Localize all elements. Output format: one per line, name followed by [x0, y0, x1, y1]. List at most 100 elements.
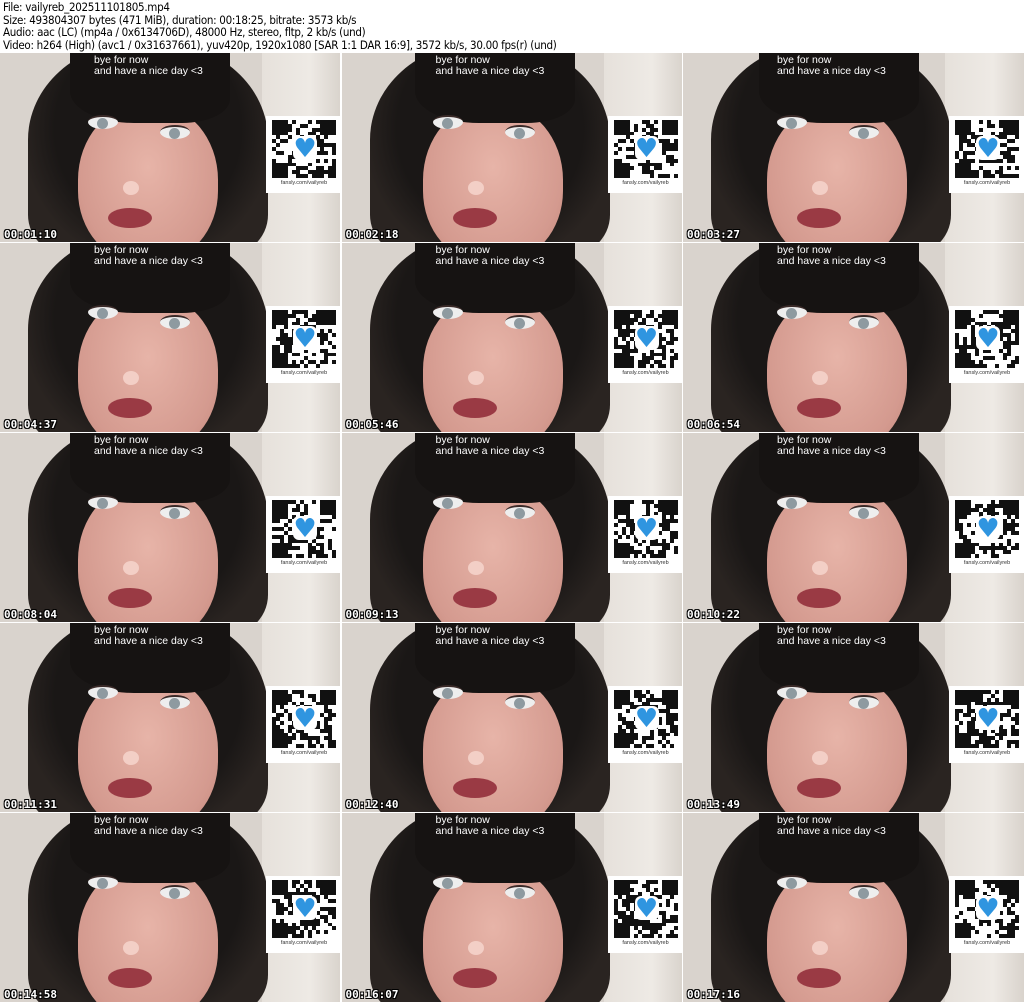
qr-url: fansly.com/vailyreb	[963, 180, 1011, 186]
video-caption: bye for now and have a nice day <3	[777, 244, 886, 267]
qr-pattern: ♥	[613, 120, 678, 178]
heart-logo-icon: ♥	[293, 134, 317, 164]
timestamp: 00:13:49	[687, 798, 740, 811]
heart-logo-icon: ♥	[976, 134, 1000, 164]
right-eye	[504, 315, 535, 329]
left-eye	[432, 495, 463, 509]
video-thumbnail[interactable]: bye for now and have a nice day <3 ♥ fansl…	[683, 243, 1024, 432]
left-eye	[432, 305, 463, 319]
nose	[467, 751, 484, 765]
timestamp: 00:11:31	[4, 798, 57, 811]
qr-pattern: ♥	[955, 690, 1019, 748]
right-eye	[849, 315, 879, 329]
qr-url: fansly.com/vailyreb	[963, 940, 1011, 946]
file-name: File: vailyreb_202511101805.mp4	[3, 0, 170, 14]
video-thumbnail[interactable]: bye for now and have a nice day <3 ♥ fansl…	[683, 813, 1024, 1002]
lips	[797, 398, 841, 418]
lips	[108, 208, 152, 228]
heart-logo-icon: ♥	[634, 514, 659, 544]
video-info: Video: h264 (High) (avc1 / 0x31637661), …	[3, 37, 557, 52]
qr-code: ♥ fansly.com/vailyreb	[607, 876, 682, 953]
nose	[123, 371, 139, 385]
video-thumbnail[interactable]: bye for now and have a nice day <3 ♥ fansl…	[0, 243, 340, 432]
left-eye	[88, 495, 118, 509]
video-thumbnail[interactable]: bye for now and have a nice day <3 ♥ fansl…	[341, 433, 682, 622]
left-eye	[777, 495, 807, 509]
nose	[467, 941, 484, 955]
lips	[108, 778, 152, 798]
qr-pattern: ♥	[272, 500, 336, 558]
qr-url: fansly.com/vailyreb	[622, 940, 669, 946]
right-eye	[160, 125, 190, 139]
audio-info: Audio: aac (LC) (mp4a / 0x6134706D), 480…	[3, 25, 366, 39]
left-eye	[432, 685, 463, 699]
qr-code: ♥ fansly.com/vailyreb	[949, 496, 1024, 573]
video-caption: bye for now and have a nice day <3	[435, 244, 545, 267]
left-eye	[88, 305, 118, 319]
video-thumbnail[interactable]: bye for now and have a nice day <3 ♥ fansl…	[683, 433, 1024, 622]
right-eye	[849, 505, 879, 519]
qr-pattern: ♥	[613, 880, 678, 938]
video-thumbnail[interactable]: bye for now and have a nice day <3 ♥ fansl…	[341, 53, 682, 242]
timestamp: 00:14:58	[4, 988, 57, 1001]
right-eye	[160, 315, 190, 329]
video-thumbnail[interactable]: bye for now and have a nice day <3 ♥ fansl…	[341, 813, 682, 1002]
qr-code: ♥ fansly.com/vailyreb	[607, 116, 682, 193]
qr-code: ♥ fansly.com/vailyreb	[266, 876, 340, 953]
nose	[467, 561, 484, 575]
qr-code: ♥ fansly.com/vailyreb	[949, 686, 1024, 763]
timestamp: 00:10:22	[687, 608, 740, 621]
timestamp: 00:17:16	[687, 988, 740, 1001]
video-caption: bye for now and have a nice day <3	[435, 624, 545, 647]
video-thumbnail[interactable]: bye for now and have a nice day <3 ♥ fansl…	[341, 623, 682, 812]
video-caption: bye for now and have a nice day <3	[94, 244, 203, 267]
heart-logo-icon: ♥	[634, 704, 659, 734]
video-caption: bye for now and have a nice day <3	[777, 54, 886, 77]
qr-pattern: ♥	[272, 690, 336, 748]
lips	[108, 968, 152, 988]
video-caption: bye for now and have a nice day <3	[435, 54, 545, 77]
qr-url: fansly.com/vailyreb	[963, 560, 1011, 566]
left-eye	[777, 115, 807, 129]
video-thumbnail[interactable]: bye for now and have a nice day <3 ♥ fansl…	[683, 53, 1024, 242]
nose	[812, 561, 828, 575]
video-thumbnail[interactable]: bye for now and have a nice day <3 ♥ fansl…	[0, 433, 340, 622]
video-thumbnail[interactable]: bye for now and have a nice day <3 ♥ fansl…	[0, 623, 340, 812]
qr-pattern: ♥	[272, 120, 336, 178]
qr-pattern: ♥	[955, 310, 1019, 368]
heart-logo-icon: ♥	[634, 134, 659, 164]
heart-logo-icon: ♥	[634, 894, 659, 924]
video-caption: bye for now and have a nice day <3	[94, 434, 203, 457]
qr-code: ♥ fansly.com/vailyreb	[266, 496, 340, 573]
timestamp: 00:06:54	[687, 418, 740, 431]
video-thumbnail[interactable]: bye for now and have a nice day <3 ♥ fansl…	[0, 53, 340, 242]
qr-url: fansly.com/vailyreb	[622, 180, 669, 186]
timestamp: 00:08:04	[4, 608, 57, 621]
qr-url: fansly.com/vailyreb	[280, 370, 328, 376]
video-thumbnail[interactable]: bye for now and have a nice day <3 ♥ fansl…	[683, 623, 1024, 812]
qr-pattern: ♥	[955, 500, 1019, 558]
timestamp: 00:12:40	[345, 798, 399, 811]
right-eye	[504, 695, 535, 709]
heart-logo-icon: ♥	[293, 894, 317, 924]
right-eye	[849, 125, 879, 139]
right-eye	[504, 885, 535, 899]
qr-url: fansly.com/vailyreb	[280, 560, 328, 566]
left-eye	[777, 875, 807, 889]
video-caption: bye for now and have a nice day <3	[94, 814, 203, 837]
video-caption: bye for now and have a nice day <3	[94, 624, 203, 647]
qr-url: fansly.com/vailyreb	[280, 180, 328, 186]
right-eye	[849, 695, 879, 709]
right-eye	[504, 505, 535, 519]
timestamp: 00:04:37	[4, 418, 57, 431]
left-eye	[432, 115, 463, 129]
video-thumbnail[interactable]: bye for now and have a nice day <3 ♥ fansl…	[0, 813, 340, 1002]
right-eye	[160, 505, 190, 519]
qr-pattern: ♥	[955, 120, 1019, 178]
qr-url: fansly.com/vailyreb	[280, 750, 328, 756]
nose	[123, 181, 139, 195]
video-caption: bye for now and have a nice day <3	[435, 814, 545, 837]
nose	[123, 941, 139, 955]
timestamp: 00:01:10	[4, 228, 57, 241]
video-thumbnail[interactable]: bye for now and have a nice day <3 ♥ fansl…	[341, 243, 682, 432]
